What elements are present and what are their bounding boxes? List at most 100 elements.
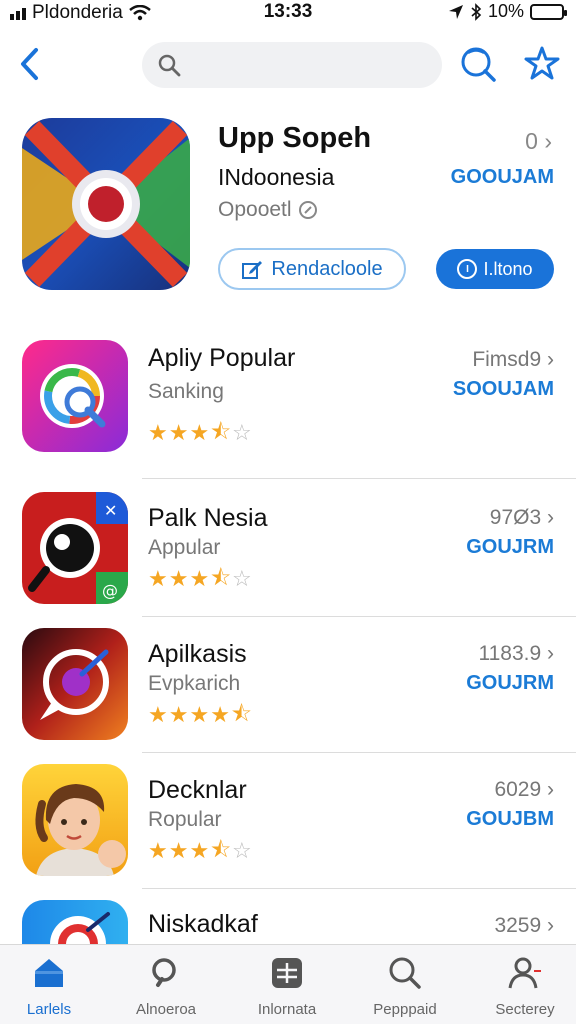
get-button[interactable]: GOUJRM <box>466 536 554 559</box>
star-icon: ★ <box>189 838 210 863</box>
featured-app[interactable]: Upp Sopeh INdoonesia Opooetl 0 › GOOUJAM… <box>0 118 576 298</box>
tab-larlels[interactable]: Larlels <box>0 953 104 1018</box>
star-icon: ⯪ <box>230 702 252 727</box>
status-bar: Pldonderia 13:33 10% <box>0 0 576 26</box>
battery-icon <box>530 3 567 20</box>
power-icon: I <box>457 259 478 279</box>
recommend-label: Rendacloole <box>271 257 383 280</box>
featured-app-icon[interactable] <box>22 118 190 290</box>
status-right: 10% <box>448 1 567 22</box>
featured-meta-label: Opooetl <box>218 198 292 221</box>
person-icon <box>508 957 541 989</box>
tab-pepppaid[interactable]: Pepppaid <box>350 953 460 1018</box>
divider <box>142 478 576 479</box>
chevron-left-icon[interactable] <box>14 44 48 84</box>
search-field[interactable] <box>142 42 442 88</box>
app-price[interactable]: 6029 › <box>494 778 554 802</box>
app-icon-target[interactable] <box>22 900 128 944</box>
info-icon <box>298 201 317 219</box>
home-icon <box>35 959 63 987</box>
tab-label: Alnoeroa <box>135 1001 197 1018</box>
app-price[interactable]: 97Ø3 › <box>490 506 554 530</box>
rating-stars: ★ ★ ★ ⯪ ☆ <box>148 568 252 590</box>
app-name: Decknlar <box>148 776 247 804</box>
star-icon: ★ <box>168 420 189 445</box>
svg-text:@: @ <box>102 581 118 600</box>
star-icon: ★ <box>168 702 189 727</box>
svg-text:✕: ✕ <box>104 501 117 520</box>
star-icon: ★ <box>189 420 210 445</box>
app-icon-chat[interactable] <box>22 628 128 740</box>
app-name: Niskadkaf <box>148 910 258 938</box>
recommend-button[interactable]: Rendacloole <box>218 248 406 290</box>
star-icon: ★ <box>168 566 189 591</box>
divider <box>142 616 576 617</box>
app-price[interactable]: 1183.9 › <box>479 642 555 666</box>
star-icon: ☆ <box>232 420 252 445</box>
app-price-label: 6029 <box>494 778 542 801</box>
featured-title: Upp Sopeh <box>218 122 372 154</box>
app-price-label: 1183.9 <box>478 642 542 665</box>
search-icon <box>152 958 176 987</box>
rating-stars: ★ ★ ★ ★ ⯪ <box>148 704 252 726</box>
featured-get-button[interactable]: GOOUJAM <box>451 166 554 189</box>
star-icon: ⯪ <box>210 838 232 863</box>
install-label: I.ltono <box>483 258 533 279</box>
tab-secterey[interactable]: Secterey <box>470 953 576 1018</box>
rating-stars: ★ ★ ★ ⯪ ☆ <box>148 840 252 862</box>
tab-alnoeroa[interactable]: Alnoeroa <box>111 953 221 1018</box>
star-icon: ★ <box>189 566 210 591</box>
app-category: Ropular <box>148 808 222 831</box>
rating-stars: ★ ★ ★ ⯪ ☆ <box>148 422 252 444</box>
tab-bar: Larlels Alnoeroa Inlornata Pepppaid Sect… <box>0 944 576 1024</box>
star-icon: ★ <box>148 566 168 591</box>
get-button[interactable]: GOUJRM <box>466 672 554 695</box>
app-icon-search[interactable] <box>22 340 128 452</box>
location-icon <box>448 4 463 19</box>
star-icon: ★ <box>168 838 189 863</box>
star-icon: ☆ <box>232 566 252 591</box>
divider <box>142 752 576 753</box>
featured-meta: Opooetl <box>218 198 318 222</box>
app-category: Evpkarich <box>148 672 241 695</box>
magnifier-icon[interactable] <box>458 44 498 84</box>
grid-icon <box>272 958 302 988</box>
bluetooth-icon <box>471 2 482 21</box>
app-name: Apilkasis <box>148 640 247 668</box>
star-icon: ⯪ <box>210 420 232 445</box>
tab-inlornata[interactable]: Inlornata <box>232 953 342 1018</box>
app-category: Sanking <box>148 380 224 403</box>
get-button[interactable]: GOUJBM <box>466 808 554 831</box>
app-name: Apliy Popular <box>148 344 296 372</box>
search-icon <box>389 957 421 989</box>
star-icon: ★ <box>148 838 168 863</box>
app-price[interactable]: 3259 › <box>494 914 554 938</box>
battery-percent: 10% <box>487 1 524 21</box>
star-icon[interactable] <box>522 44 562 84</box>
app-icon-lens[interactable]: ✕ @ <box>22 492 128 604</box>
star-icon: ☆ <box>232 838 252 863</box>
app-price-label: 3259 <box>494 914 542 937</box>
edit-icon <box>242 261 263 279</box>
divider <box>142 888 576 889</box>
app-price-label: 97Ø3 <box>489 506 542 529</box>
get-button[interactable]: SOOUJAM <box>453 378 554 401</box>
app-price[interactable]: Fimsd9 › <box>472 348 554 372</box>
star-icon: ★ <box>148 702 168 727</box>
app-name: Palk Nesia <box>148 504 268 532</box>
featured-subtitle: INdoonesia <box>218 164 335 190</box>
install-button[interactable]: I I.ltono <box>436 249 554 289</box>
featured-price-label: 0 <box>525 128 538 154</box>
search-icon <box>158 54 181 77</box>
tab-label: Pepppaid <box>373 1001 437 1018</box>
tab-label: Secterey <box>495 1001 555 1018</box>
top-nav <box>0 36 576 96</box>
app-category: Appular <box>148 536 221 559</box>
app-icon-avatar[interactable] <box>22 764 128 876</box>
app-price-label: Fimsd9 <box>472 348 542 371</box>
star-icon: ★ <box>210 702 230 727</box>
tab-label: Larlels <box>26 1001 72 1018</box>
featured-price[interactable]: 0 › <box>525 128 552 155</box>
star-icon: ★ <box>189 702 210 727</box>
star-icon: ⯪ <box>210 566 232 591</box>
